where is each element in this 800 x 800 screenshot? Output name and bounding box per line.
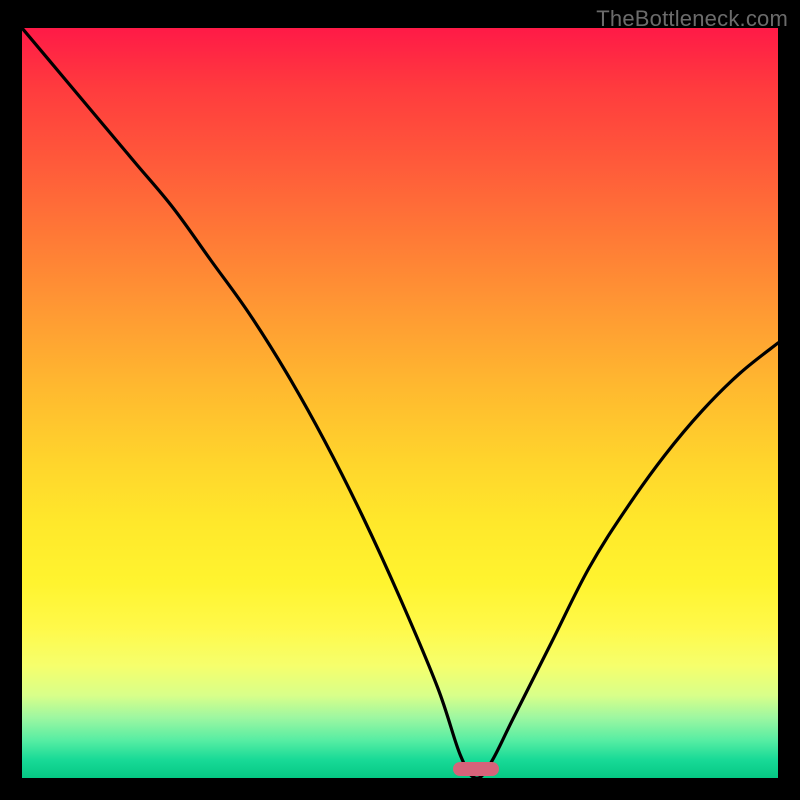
plot-area (22, 28, 778, 778)
minimum-marker (453, 762, 499, 776)
bottleneck-curve (22, 28, 778, 778)
chart-frame: TheBottleneck.com (0, 0, 800, 800)
